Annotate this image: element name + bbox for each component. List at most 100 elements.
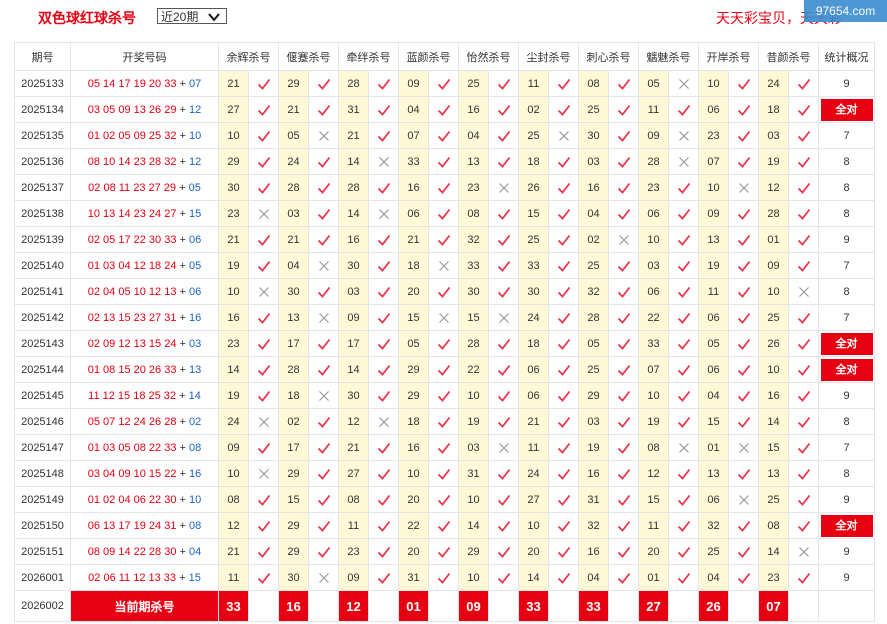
kill-number-cell: 23 xyxy=(218,200,249,227)
cross-icon xyxy=(488,434,519,461)
kill-number-cell: 08 xyxy=(758,512,789,539)
check-icon xyxy=(608,200,639,227)
kill-number-cell: 21 xyxy=(218,538,249,565)
check-icon xyxy=(308,330,339,357)
kill-number-cell: 11 xyxy=(338,512,369,539)
check-icon xyxy=(788,564,819,591)
plus-sign: + xyxy=(179,363,189,376)
red-balls: 02 09 12 13 15 24 xyxy=(87,337,177,350)
check-icon xyxy=(248,512,279,539)
plus-sign: + xyxy=(179,233,189,246)
kill-number-cell: 31 xyxy=(578,486,609,513)
kill-number-cell: 05 xyxy=(578,330,609,357)
kill-number-cell: 08 xyxy=(578,70,609,97)
empty-cell xyxy=(308,590,339,622)
check-icon xyxy=(668,252,699,279)
kill-number-cell: 21 xyxy=(278,96,309,123)
table-row: 2025138 10 13 14 23 24 27 + 15 23 03 14 06 08 1… xyxy=(14,200,875,227)
kill-number-cell: 15 xyxy=(398,304,429,331)
stat-cell: 9 xyxy=(818,486,875,513)
check-icon xyxy=(548,174,579,201)
check-icon xyxy=(668,330,699,357)
red-balls: 06 13 17 19 24 31 xyxy=(87,519,177,532)
check-icon xyxy=(608,278,639,305)
check-icon xyxy=(368,434,399,461)
check-icon xyxy=(428,174,459,201)
stat-cell: 全对 xyxy=(818,512,875,539)
check-icon xyxy=(368,278,399,305)
check-icon xyxy=(428,148,459,175)
blue-ball: 12 xyxy=(189,155,202,168)
kill-number-cell: 17 xyxy=(278,434,309,461)
check-icon xyxy=(668,304,699,331)
cross-icon xyxy=(488,304,519,331)
empty-cell xyxy=(368,590,399,622)
column-header: 开奖号码 xyxy=(70,42,219,71)
period-cell: 2025134 xyxy=(14,96,71,123)
blue-ball: 03 xyxy=(189,337,202,350)
check-icon xyxy=(368,70,399,97)
period-cell: 2025145 xyxy=(14,382,71,409)
kill-number-cell: 04 xyxy=(398,96,429,123)
kill-number-cell: 23 xyxy=(338,538,369,565)
kill-number-cell: 33 xyxy=(398,148,429,175)
check-icon xyxy=(608,330,639,357)
kill-number-cell: 06 xyxy=(518,356,549,383)
kill-number-cell: 05 xyxy=(638,70,669,97)
blue-ball: 08 xyxy=(189,441,202,454)
check-icon xyxy=(368,512,399,539)
kill-number-cell: 25 xyxy=(758,304,789,331)
kill-number-cell: 14 xyxy=(458,512,489,539)
cross-icon xyxy=(308,382,339,409)
kill-number-cell: 10 xyxy=(218,460,249,487)
period-cell: 2025150 xyxy=(14,512,71,539)
kill-number-cell: 24 xyxy=(518,460,549,487)
blue-ball: 16 xyxy=(189,311,202,324)
kill-number-cell: 31 xyxy=(458,460,489,487)
check-icon xyxy=(248,538,279,565)
plus-sign: + xyxy=(179,311,189,324)
kill-number-cell: 31 xyxy=(398,564,429,591)
check-icon xyxy=(608,486,639,513)
check-icon xyxy=(308,512,339,539)
kill-number-cell: 11 xyxy=(638,96,669,123)
red-balls: 02 05 17 22 30 33 xyxy=(87,233,177,246)
check-icon xyxy=(428,486,459,513)
period-range-select[interactable]: 近20期 xyxy=(157,8,227,24)
cross-icon xyxy=(368,148,399,175)
kill-number-cell: 11 xyxy=(218,564,249,591)
chevron-down-icon xyxy=(208,13,220,22)
kill-number-cell: 30 xyxy=(278,564,309,591)
check-icon xyxy=(728,382,759,409)
kill-number-cell: 15 xyxy=(758,434,789,461)
kill-number-cell: 21 xyxy=(278,226,309,253)
check-icon xyxy=(248,252,279,279)
current-period-row: 2026002 当前期杀号 33 16 12 01 09 33 33 27 26 07 xyxy=(14,590,875,622)
stat-cell: 9 xyxy=(818,382,875,409)
current-kill-number: 07 xyxy=(758,590,789,622)
check-icon xyxy=(368,460,399,487)
kill-number-cell: 15 xyxy=(518,200,549,227)
check-icon xyxy=(368,252,399,279)
kill-number-cell: 23 xyxy=(638,174,669,201)
draw-numbers-cell: 03 05 09 13 26 29 + 12 xyxy=(70,96,219,123)
check-icon xyxy=(728,460,759,487)
check-icon xyxy=(608,174,639,201)
stat-cell: 9 xyxy=(818,70,875,97)
current-kill-number: 12 xyxy=(338,590,369,622)
cross-icon xyxy=(728,486,759,513)
kill-number-cell: 02 xyxy=(278,408,309,435)
kill-number-cell: 15 xyxy=(458,304,489,331)
check-icon xyxy=(428,278,459,305)
check-icon xyxy=(548,434,579,461)
cross-icon xyxy=(608,226,639,253)
cross-icon xyxy=(668,434,699,461)
kill-number-cell: 07 xyxy=(698,148,729,175)
table-row: 2025140 01 03 04 12 18 24 + 05 19 04 30 18 33 3… xyxy=(14,252,875,279)
kill-number-cell: 27 xyxy=(338,460,369,487)
cross-icon xyxy=(368,200,399,227)
check-icon xyxy=(608,70,639,97)
check-icon xyxy=(488,408,519,435)
check-icon xyxy=(368,226,399,253)
kill-number-cell: 29 xyxy=(218,148,249,175)
